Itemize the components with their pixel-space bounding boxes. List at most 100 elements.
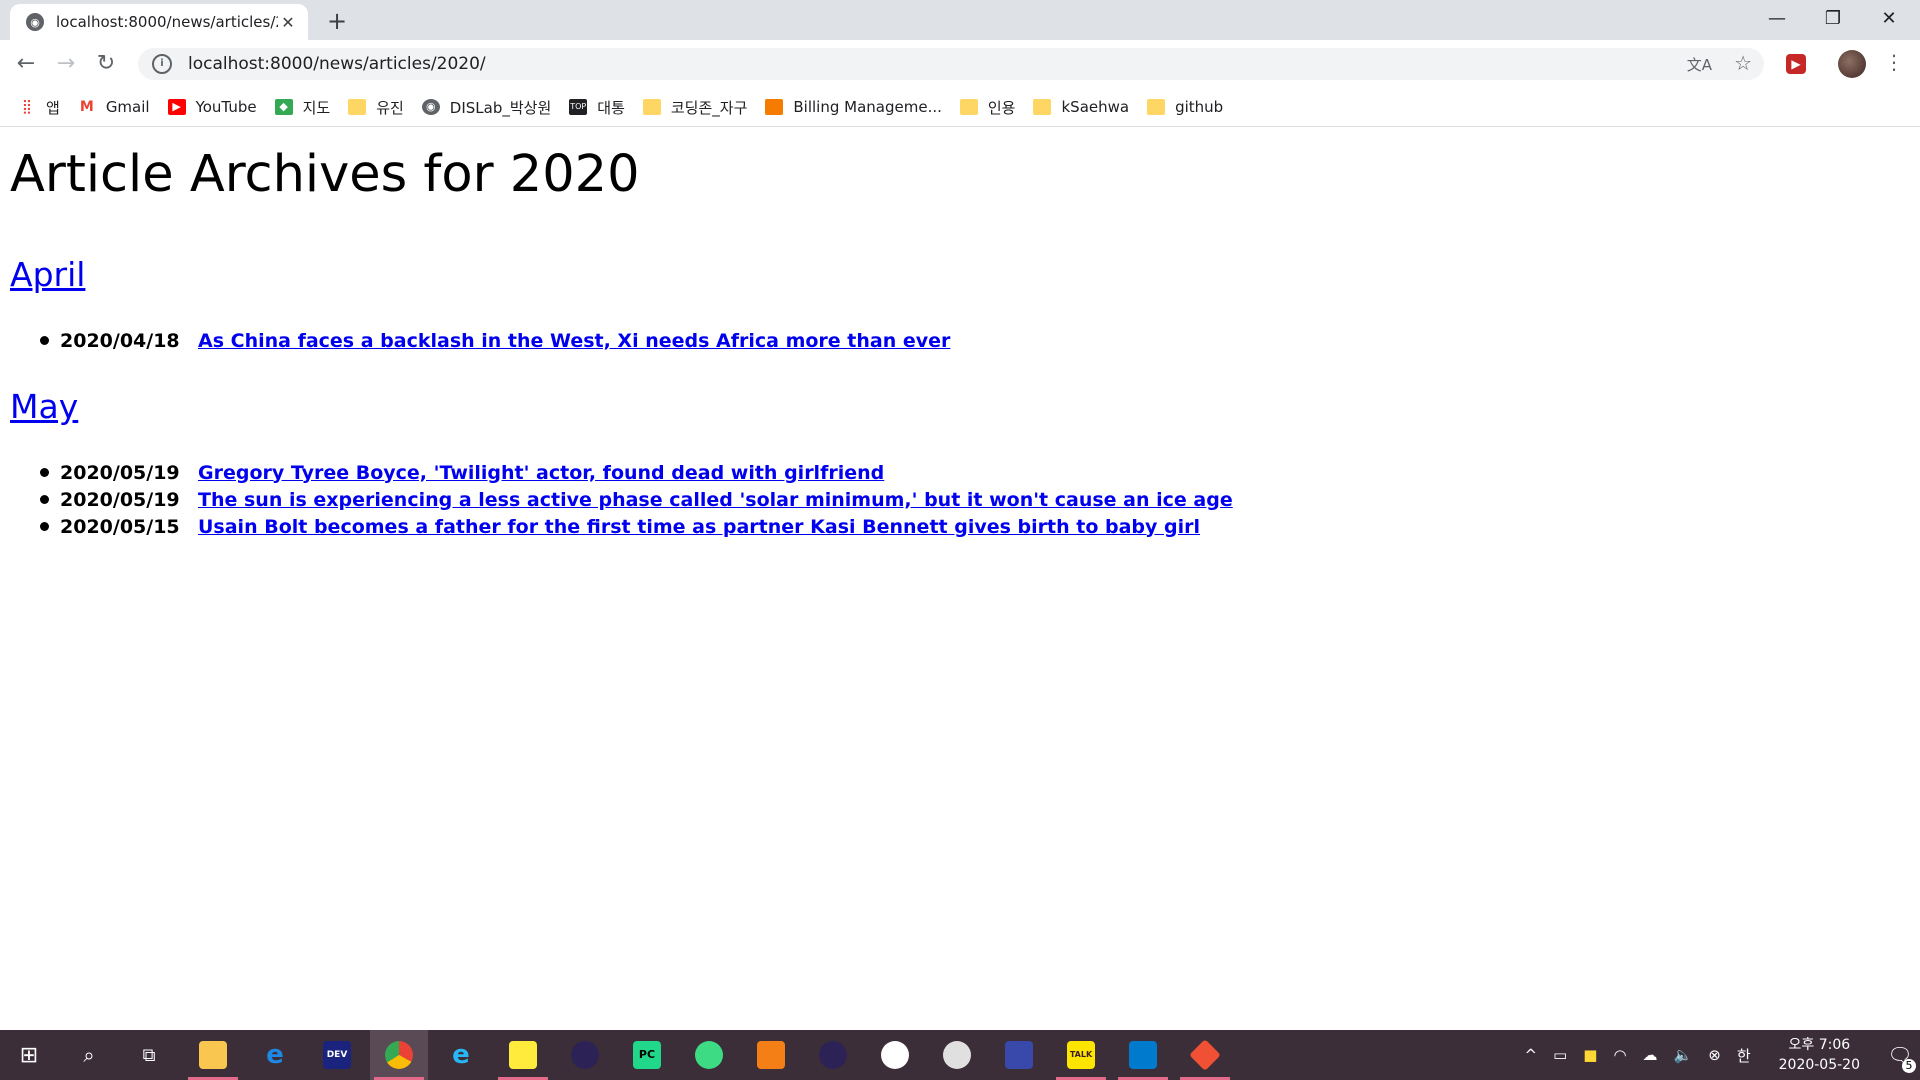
system-tray: ^ ▭ ■ ◠ ☁ 🔈 ⊗ 한 오후 7:06 2020-05-20 🗨 5 [1517,1030,1920,1080]
windows-logo-icon: ⊞ [19,1042,39,1068]
file-explorer-icon [199,1041,227,1069]
folder-icon [959,99,978,115]
app-white-circle[interactable] [866,1030,924,1080]
bullet-icon [40,495,49,504]
pycharm-icon: PC [633,1041,661,1069]
clock[interactable]: 오후 7:06 2020-05-20 [1779,1035,1860,1075]
reload-button[interactable]: ↻ [90,48,122,80]
article-link[interactable]: Gregory Tyree Boyce, 'Twilight' actor, f… [198,462,884,484]
url-text[interactable]: localhost:8000/news/articles/2020/ [188,54,486,74]
minimize-button[interactable]: — [1749,0,1805,40]
tab-close-button[interactable]: ✕ [278,13,298,32]
close-window-button[interactable]: ✕ [1861,0,1917,40]
android-studio-app[interactable] [680,1030,738,1080]
pycharm-app[interactable]: PC [618,1030,676,1080]
vscode-app[interactable] [1114,1030,1172,1080]
file-explorer-app[interactable] [184,1030,242,1080]
close-circle-icon[interactable]: ⊗ [1708,1046,1721,1064]
site-info-icon[interactable]: i [152,54,172,74]
edge-app[interactable]: e [246,1030,304,1080]
cloud-icon[interactable]: ☁ [1643,1046,1658,1064]
article-date: 2020/05/15 [60,515,180,538]
eclipse-app-2[interactable] [804,1030,862,1080]
ime-indicator[interactable]: 한 [1737,1045,1751,1066]
bookmark-apps[interactable]: ⣿ 앱 [18,97,60,118]
kakaotalk-app[interactable]: TALK [1052,1030,1110,1080]
article-link[interactable]: As China faces a backlash in the West, X… [198,330,950,352]
page-title: Article Archives for 2020 [10,145,640,204]
internet-explorer-app[interactable]: e [432,1030,490,1080]
forward-button[interactable]: → [50,48,82,80]
maximize-button[interactable]: ❐ [1805,0,1861,40]
tab-title: localhost:8000/news/articles/2020/ [56,13,278,31]
start-button[interactable]: ⊞ [0,1030,58,1080]
notification-count: 5 [1902,1059,1916,1073]
profile-avatar[interactable] [1838,50,1866,78]
battery-icon[interactable]: ▭ [1553,1046,1567,1064]
volume-muted-icon[interactable]: 🔈 [1674,1046,1693,1064]
clock-time: 오후 7:06 [1788,1037,1851,1053]
devcpp-icon: DEV [323,1041,351,1069]
back-button[interactable]: ← [10,48,42,80]
browser-tabstrip: ◉ localhost:8000/news/articles/2020/ ✕ +… [0,0,1920,40]
bookmark-star-icon[interactable]: ☆ [1734,51,1752,75]
folder-icon [348,99,367,115]
bookmark-folder-yujin[interactable]: 유진 [348,97,404,118]
bookmark-folder-ksaehwa[interactable]: kSaehwa [1033,98,1129,116]
notification-center-button[interactable]: 🗨 5 [1880,1043,1920,1073]
gmail-icon: M [79,99,94,115]
bullet-icon [40,336,49,345]
sticky-notes-app[interactable] [494,1030,552,1080]
bookmark-gmail[interactable]: M Gmail [78,98,150,116]
translate-icon[interactable]: 文A [1687,54,1712,75]
network-app[interactable] [990,1030,1048,1080]
windows-taskbar: ⊞ ⌕ ⧉ e DEV e PC TALK ^ ▭ ■ ◠ ☁ 🔈 ⊗ 한 오후… [0,1030,1920,1080]
article-link[interactable]: The sun is experiencing a less active ph… [198,489,1233,511]
youtube-icon: ▶ [167,99,186,115]
paint-app[interactable] [928,1030,986,1080]
bookmark-billing[interactable]: Billing Manageme... [765,98,942,116]
puzzle-icon [757,1041,785,1069]
bookmark-daetong[interactable]: TOP 대통 [569,97,625,118]
chrome-app[interactable] [370,1030,428,1080]
bullet-icon [40,522,49,531]
eclipse-icon [819,1041,847,1069]
network-icon [1005,1041,1033,1069]
bookmark-dislab[interactable]: ◉ DISLab_박상원 [421,97,551,118]
month-link-may[interactable]: May [10,387,78,426]
sticky-notes-icon [509,1041,537,1069]
browser-toolbar: ← → ↻ i localhost:8000/news/articles/202… [0,40,1920,88]
bookmark-folder-github[interactable]: github [1147,98,1223,116]
maps-icon: ◆ [274,99,293,115]
month-link-april[interactable]: April [10,255,85,294]
wifi-icon[interactable]: ◠ [1613,1046,1626,1064]
article-link[interactable]: Usain Bolt becomes a father for the firs… [198,516,1200,538]
address-bar[interactable]: i localhost:8000/news/articles/2020/ 文A … [138,48,1764,80]
new-tab-button[interactable]: + [322,6,352,36]
git-app[interactable] [1176,1030,1234,1080]
browser-tab[interactable]: ◉ localhost:8000/news/articles/2020/ ✕ [10,4,308,40]
article-date: 2020/04/18 [60,329,180,352]
bookmark-youtube[interactable]: ▶ YouTube [167,98,257,116]
eclipse-app[interactable] [556,1030,614,1080]
globe-icon: ◉ [26,13,44,31]
devcpp-app[interactable]: DEV [308,1030,366,1080]
extension-icon[interactable]: ▶ [1786,54,1806,74]
bookmark-folder-inyong[interactable]: 인용 [959,97,1015,118]
menu-icon[interactable]: ⋮ [1884,50,1904,74]
search-button[interactable]: ⌕ [60,1030,118,1080]
android-studio-icon [695,1041,723,1069]
page-content: Article Archives for 2020 April 2020/04/… [0,127,1920,1030]
article-date: 2020/05/19 [60,461,180,484]
chevron-up-icon[interactable]: ^ [1525,1046,1538,1064]
bullet-icon [40,468,49,477]
bookmark-folder-codingzone[interactable]: 코딩존_자구 [642,97,747,118]
task-view-button[interactable]: ⧉ [120,1030,178,1080]
search-icon: ⌕ [83,1043,95,1067]
kakaotalk-icon: TALK [1067,1041,1095,1069]
site-icon: TOP [569,99,588,115]
bookmark-maps[interactable]: ◆ 지도 [274,97,330,118]
chat-icon[interactable]: ■ [1583,1046,1597,1064]
app-orange-tool[interactable] [742,1030,800,1080]
bookmarks-bar: ⣿ 앱 M Gmail ▶ YouTube ◆ 지도 유진 ◉ DISLab_박상원 TO… [0,88,1920,127]
